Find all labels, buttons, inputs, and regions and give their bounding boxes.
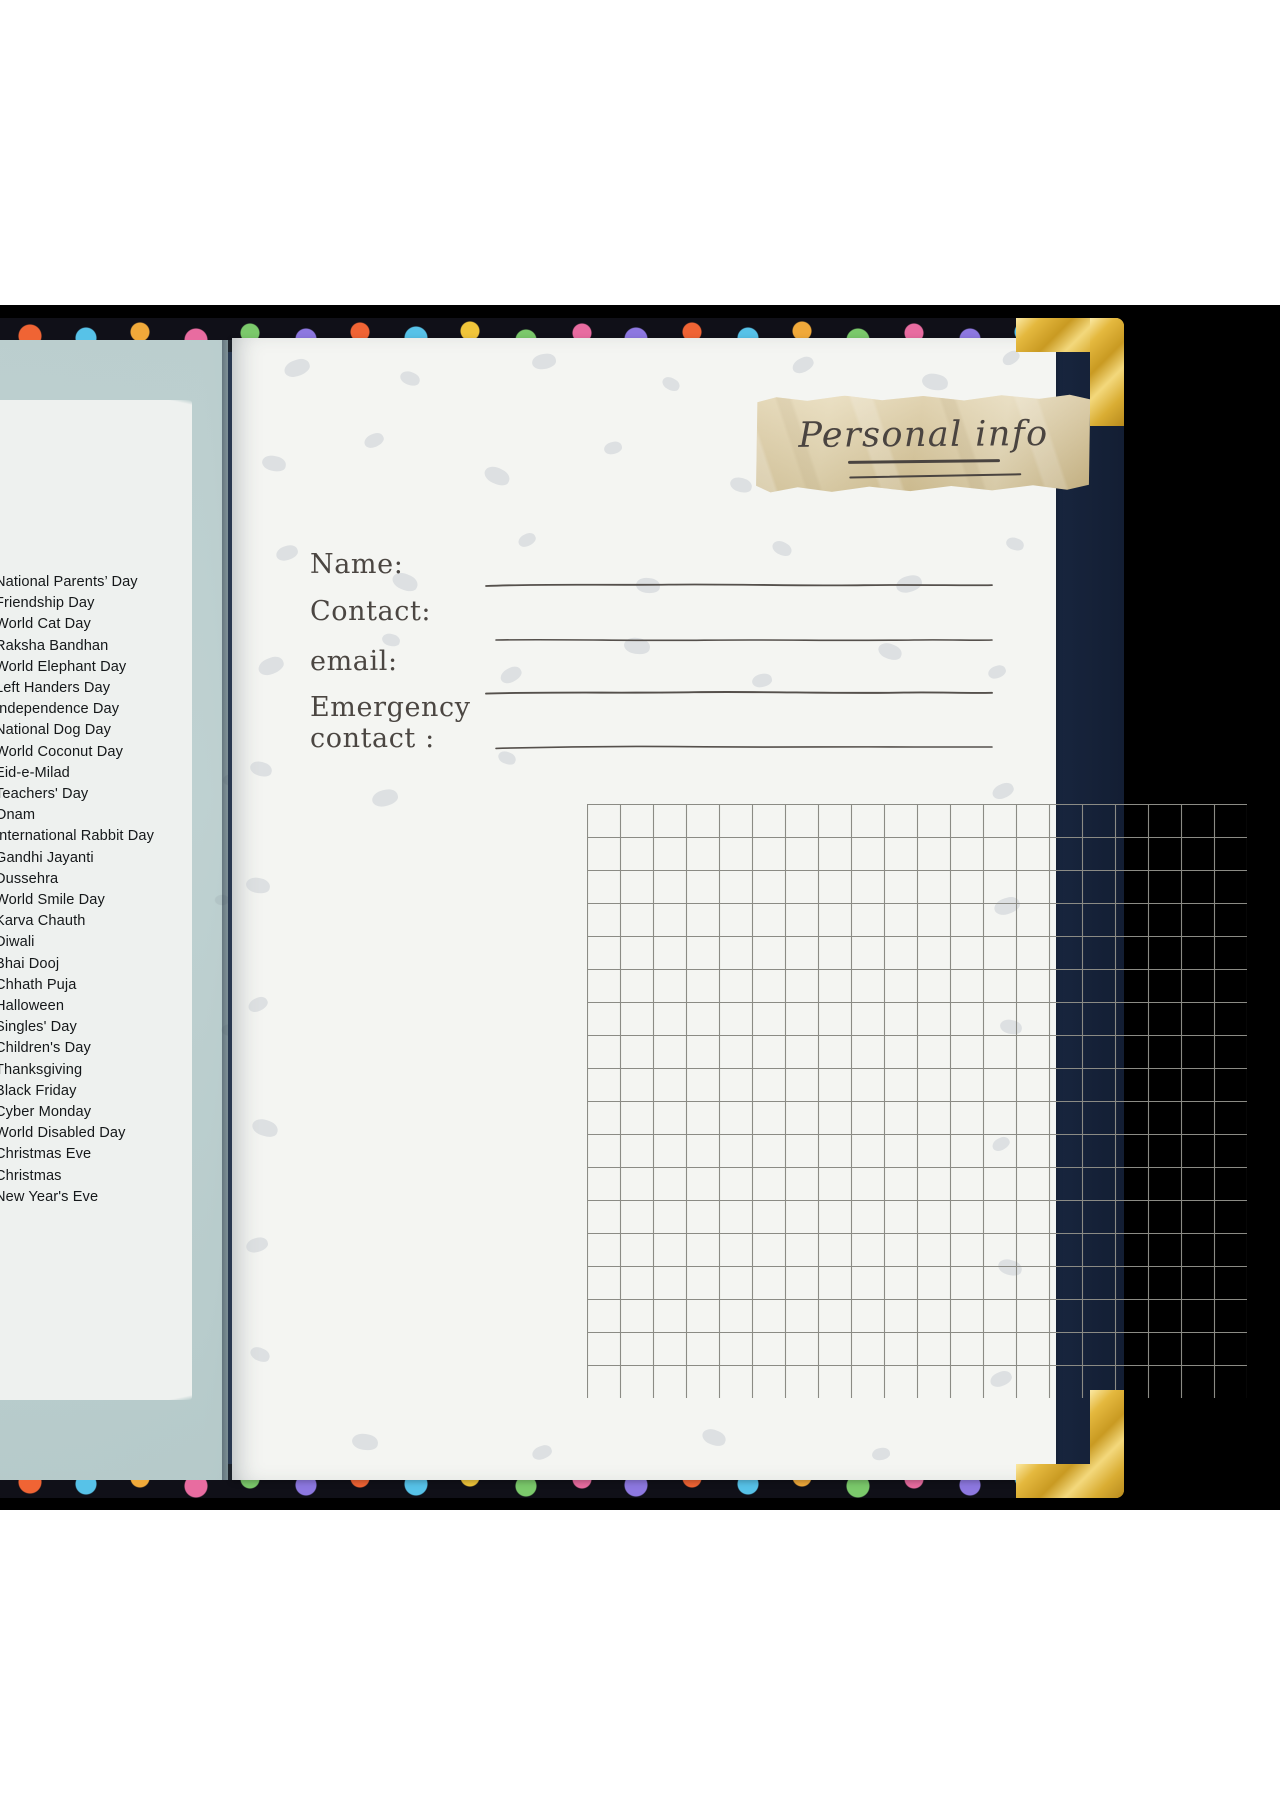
speckle-dash xyxy=(920,371,950,393)
speckle-dash xyxy=(986,663,1008,681)
list-item: Singles' Day xyxy=(0,1019,77,1036)
speckle-dash xyxy=(350,1431,380,1453)
list-item: Chhath Puja xyxy=(0,976,77,993)
speckle-dash xyxy=(531,352,557,371)
speckle-dash xyxy=(248,758,274,780)
list-item: Christmas Eve xyxy=(0,1146,92,1163)
speckle-dash xyxy=(250,1116,280,1140)
speckle-dash xyxy=(751,672,773,689)
speckle-dash xyxy=(256,654,286,678)
speckle-dash xyxy=(530,1443,554,1462)
speckle-dash xyxy=(370,787,400,809)
list-item: National Dog Day xyxy=(0,722,111,739)
list-item: World Cat Day xyxy=(0,616,91,633)
write-line-name[interactable] xyxy=(484,580,994,602)
list-item: National Parents’ Day xyxy=(0,574,138,590)
list-item: Left Handers Day xyxy=(0,680,111,697)
gold-bar-vertical xyxy=(1090,318,1124,426)
gold-corner-bottom-right xyxy=(1016,1390,1124,1498)
list-item: World Smile Day xyxy=(0,892,105,909)
speckle-dash xyxy=(282,356,312,380)
field-label-contact: Contact: xyxy=(310,596,432,627)
list-item: Raksha Bandhan xyxy=(0,637,109,654)
speckle-dash xyxy=(498,663,524,687)
speckle-dash xyxy=(398,368,422,389)
left-page: National Parents’ Day Friendship Day Wor… xyxy=(0,340,228,1480)
list-item: Christmas xyxy=(0,1167,62,1184)
special-days-list: National Parents’ Day Friendship Day Wor… xyxy=(0,572,210,1208)
speckle-dash xyxy=(770,538,794,559)
speckle-dash xyxy=(362,430,386,451)
notes-grid[interactable] xyxy=(586,803,1249,1400)
list-item: Dussehra xyxy=(0,870,59,887)
list-item: Black Friday xyxy=(0,1082,77,1099)
speckle-dash xyxy=(990,780,1016,802)
list-item: Karva Chauth xyxy=(0,913,86,930)
speckle-dash xyxy=(1004,535,1026,553)
gold-bar-vertical xyxy=(1090,1390,1124,1498)
list-item: International Rabbit Day xyxy=(0,828,154,845)
list-item: Diwali xyxy=(0,934,35,951)
write-line-emergency-contact[interactable] xyxy=(494,742,994,764)
list-item: Children's Day xyxy=(0,1040,91,1057)
speckle-dash xyxy=(871,1446,891,1462)
list-item: Eid-e-Milad xyxy=(0,764,70,781)
speckle-dash xyxy=(244,875,272,896)
speckle-dash xyxy=(246,994,270,1015)
speckle-dash xyxy=(728,474,754,496)
write-line-contact[interactable] xyxy=(494,635,994,657)
list-item: Bhai Dooj xyxy=(0,955,60,972)
gold-corner-top-right xyxy=(1016,318,1124,426)
list-item: World Elephant Day xyxy=(0,658,127,675)
list-item: World Coconut Day xyxy=(0,743,123,760)
speckle-dash xyxy=(244,1235,270,1255)
list-item: Independence Day xyxy=(0,701,120,718)
field-label-email: email: xyxy=(310,646,398,677)
speckle-dash xyxy=(602,440,624,456)
field-label-emergency-contact: Emergency contact : xyxy=(310,692,471,754)
speckle-dash xyxy=(260,453,288,474)
right-page: Personal info Name: Contact: email: Emer… xyxy=(232,338,1249,1480)
list-item: Halloween xyxy=(0,998,65,1015)
speckle-dash xyxy=(248,1344,272,1365)
speckle-dash xyxy=(660,374,682,394)
speckle-dash xyxy=(790,354,816,376)
speckle-dash xyxy=(700,1426,728,1449)
list-item: Onam xyxy=(0,807,36,824)
list-item: Gandhi Jayanti xyxy=(0,849,94,866)
list-item: Cyber Monday xyxy=(0,1104,92,1121)
list-item: New Year's Eve xyxy=(0,1188,99,1205)
list-item: Friendship Day xyxy=(0,595,95,612)
list-item: Teachers' Day xyxy=(0,786,89,803)
list-item: Thanksgiving xyxy=(0,1061,83,1078)
speckle-dash xyxy=(481,463,513,489)
title-underline xyxy=(849,473,1021,478)
field-label-name: Name: xyxy=(310,549,404,580)
speckle-dash xyxy=(274,543,300,563)
open-notebook: National Parents’ Day Friendship Day Wor… xyxy=(0,318,1249,1498)
speckle-dash xyxy=(516,530,538,550)
list-item: World Disabled Day xyxy=(0,1125,126,1142)
write-line-email[interactable] xyxy=(484,688,994,710)
